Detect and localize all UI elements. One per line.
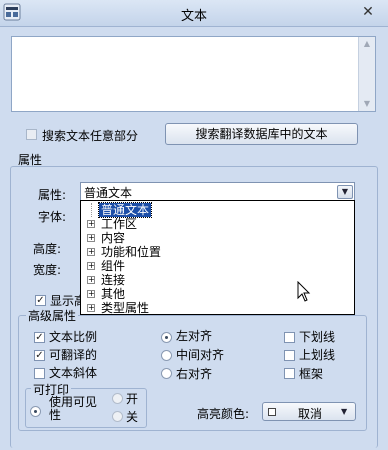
expand-plus-icon[interactable]: +: [87, 276, 95, 284]
text-scale-checkbox[interactable]: ✓: [34, 332, 45, 343]
expand-plus-icon[interactable]: +: [87, 304, 95, 312]
list-item-label: 工作区: [101, 217, 138, 231]
italic-checkbox[interactable]: [34, 368, 45, 379]
attribute-label: 属性:: [38, 188, 67, 202]
expand-plus-icon[interactable]: +: [87, 220, 95, 228]
window-title: 文本: [180, 9, 207, 24]
frame-label: 框架: [299, 367, 324, 381]
align-right-label: 右对齐: [176, 367, 213, 381]
print-on-radio[interactable]: [112, 393, 123, 404]
print-on-label: 开: [126, 392, 139, 406]
use-visible-radio[interactable]: [30, 406, 41, 417]
height-label: 高度:: [33, 242, 62, 256]
list-item-label: 其他: [101, 287, 126, 301]
translatable-checkbox[interactable]: ✓: [34, 350, 45, 361]
use-visible-label: 使用可见性: [49, 395, 98, 422]
expand-plus-icon[interactable]: +: [87, 290, 95, 298]
list-item-label: 普通文本: [97, 202, 153, 218]
text-input[interactable]: ▲ ▼: [11, 36, 376, 112]
highlight-color-select[interactable]: 取消 ▼: [262, 402, 356, 421]
width-label: 宽度:: [33, 263, 62, 277]
attribute-select[interactable]: 普通文本 ▼: [80, 182, 355, 201]
italic-label: 文本斜体: [49, 366, 98, 380]
list-item-label: 功能和位置: [101, 245, 162, 259]
color-swatch: [268, 408, 276, 416]
translatable-label: 可翻译的: [49, 348, 98, 362]
print-off-label: 关: [126, 410, 139, 424]
list-item-label: 组件: [101, 259, 126, 273]
frame-checkbox[interactable]: [284, 368, 295, 379]
highlight-color-label: 高亮颜色:: [197, 407, 250, 421]
tree-line: [91, 203, 93, 217]
expand-plus-icon[interactable]: +: [87, 262, 95, 270]
attribute-dropdown-list[interactable]: 普通文本 + 工作区 + 内容 + 功能和位置 + 组件 + 连接 + 其他 +…: [80, 200, 355, 315]
align-center-radio[interactable]: [161, 350, 172, 361]
list-item-label: 连接: [101, 273, 126, 287]
expand-plus-icon[interactable]: +: [87, 248, 95, 256]
close-icon[interactable]: ✕: [358, 4, 378, 21]
scroll-up-icon[interactable]: ▲: [359, 37, 375, 51]
attribute-select-value: 普通文本: [84, 186, 133, 200]
align-left-label: 左对齐: [176, 329, 213, 343]
vertical-scrollbar[interactable]: ▲ ▼: [358, 37, 375, 111]
font-label: 字体:: [38, 210, 67, 224]
list-item-label: 类型属性: [101, 301, 150, 315]
chevron-down-icon: ▼: [341, 407, 348, 416]
align-center-label: 中间对齐: [176, 348, 225, 362]
align-right-radio[interactable]: [161, 368, 172, 379]
text-scale-label: 文本比例: [49, 330, 98, 344]
expand-plus-icon[interactable]: +: [87, 234, 95, 242]
underline-label: 下划线: [299, 330, 336, 344]
search-partial-label: 搜索文本任意部分: [42, 129, 139, 143]
scroll-down-icon[interactable]: ▼: [359, 97, 375, 111]
underline-checkbox[interactable]: [284, 332, 295, 343]
mouse-cursor-icon: [297, 281, 311, 302]
show-checkbox[interactable]: ✓: [35, 295, 46, 306]
chevron-down-icon[interactable]: ▼: [337, 185, 353, 199]
overline-label: 上划线: [299, 348, 336, 362]
print-off-radio[interactable]: [112, 411, 123, 422]
search-partial-checkbox[interactable]: [26, 129, 37, 140]
list-item-label: 内容: [101, 231, 126, 245]
align-left-radio[interactable]: [161, 332, 172, 343]
overline-checkbox[interactable]: [284, 350, 295, 361]
search-database-button[interactable]: 搜索翻译数据库中的文本: [165, 123, 358, 145]
advanced-group-title: 高级属性: [26, 307, 79, 324]
highlight-color-value: 取消: [297, 407, 322, 421]
